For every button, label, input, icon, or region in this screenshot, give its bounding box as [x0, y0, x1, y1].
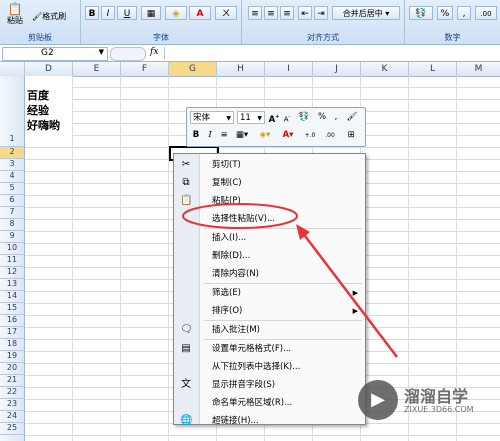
watermark-logo-icon: ▶ — [358, 380, 398, 420]
annotation-overlay — [182, 203, 398, 358]
watermark-url: ZIXUE.3D66.COM — [404, 405, 474, 414]
arrow-head — [296, 224, 310, 240]
annotation-arrow — [301, 231, 398, 358]
watermark-title: 溜溜自学 — [404, 387, 469, 406]
highlight-ellipse — [182, 203, 298, 229]
